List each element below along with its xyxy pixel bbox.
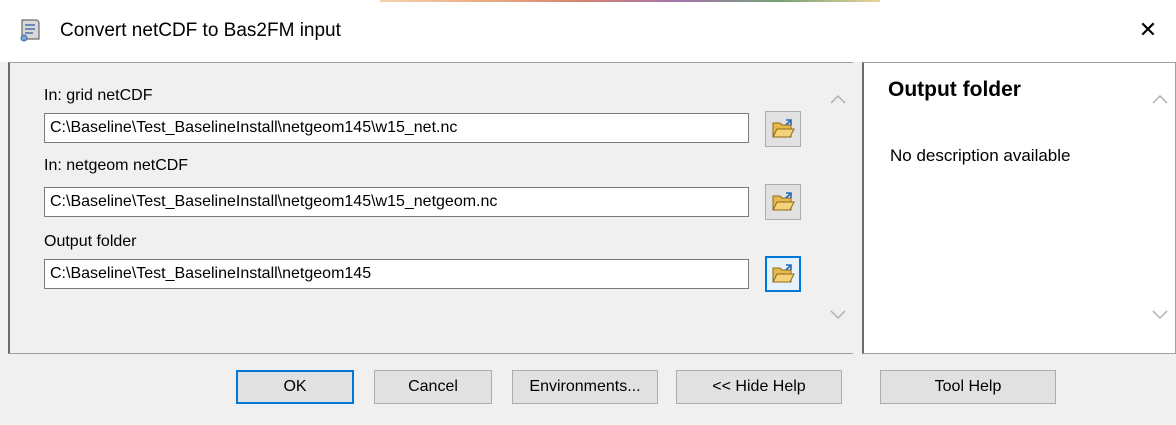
help-description: No description available [890, 146, 1071, 165]
cancel-button[interactable]: Cancel [374, 370, 492, 404]
browse-grid-netcdf-button[interactable] [765, 111, 801, 147]
netgeom-netcdf-input[interactable]: C:\Baseline\Test_BaselineInstall\netgeom… [44, 187, 749, 217]
tool-help-button[interactable]: Tool Help [880, 370, 1056, 404]
ok-button[interactable]: OK [236, 370, 354, 404]
help-scroll-up-icon[interactable] [1145, 87, 1175, 111]
close-button[interactable]: ✕ [1126, 10, 1170, 50]
tool-scroll-icon [20, 19, 40, 42]
browse-netgeom-netcdf-button[interactable] [765, 184, 801, 220]
open-folder-icon [772, 264, 795, 283]
scroll-down-icon[interactable] [823, 303, 853, 327]
close-icon: ✕ [1138, 17, 1158, 42]
window-title: Convert netCDF to Bas2FM input [60, 20, 341, 41]
browse-output-folder-button[interactable] [765, 256, 801, 292]
output-folder-label: Output folder [44, 233, 137, 250]
grid-netcdf-input[interactable]: C:\Baseline\Test_BaselineInstall\netgeom… [44, 113, 749, 143]
title-bar: Convert netCDF to Bas2FM input ✕ [0, 0, 1176, 62]
help-scroll-down-icon[interactable] [1145, 303, 1175, 327]
parameters-scrollbar[interactable] [822, 63, 853, 353]
output-folder-input[interactable]: C:\Baseline\Test_BaselineInstall\netgeom… [44, 259, 749, 289]
grid-netcdf-label: In: grid netCDF [44, 87, 153, 104]
help-panel [862, 62, 1176, 354]
open-folder-icon [772, 119, 795, 138]
scroll-up-icon[interactable] [823, 87, 853, 111]
help-title: Output folder [888, 78, 1021, 101]
open-folder-icon [772, 192, 795, 211]
environments-button[interactable]: Environments... [512, 370, 658, 404]
netgeom-netcdf-label: In: netgeom netCDF [44, 157, 189, 174]
hide-help-button[interactable]: << Hide Help [676, 370, 842, 404]
title-accent [380, 0, 880, 2]
help-scrollbar[interactable] [1145, 63, 1175, 353]
